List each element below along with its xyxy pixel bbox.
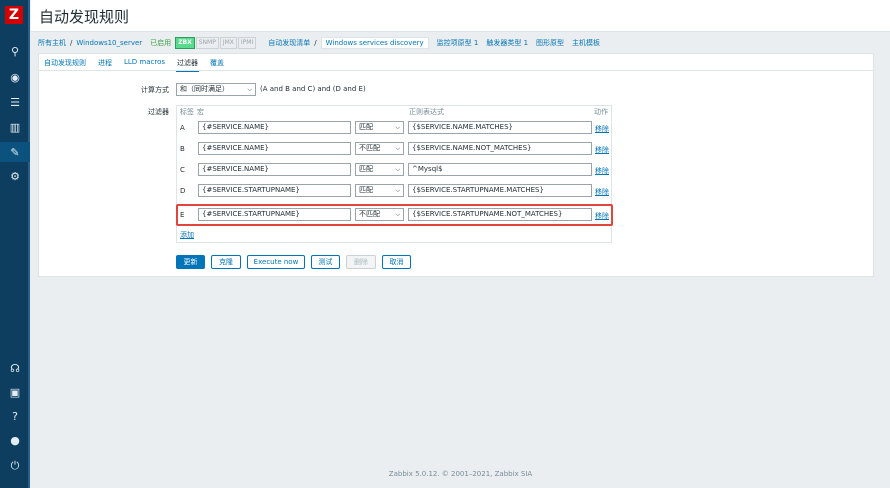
filter-regex-input[interactable]: {$SERVICE.NAME.NOT_MATCHES} bbox=[408, 142, 592, 155]
filter-remove-link[interactable]: 移除 bbox=[595, 145, 609, 155]
breadcrumb-discovery-list[interactable]: 自动发现清单 bbox=[268, 38, 310, 48]
calc-expression: (A and B and C) and (D and E) bbox=[260, 85, 366, 93]
calc-type-label: 计算方式 bbox=[141, 86, 169, 94]
filter-row-label: B bbox=[180, 145, 185, 153]
status-badge[interactable]: 已启用 bbox=[150, 38, 171, 48]
logout-icon[interactable]: ⏻ bbox=[0, 455, 30, 475]
filter-operator-value: 匹配 bbox=[359, 123, 373, 131]
filter-macro-input[interactable]: {#SERVICE.NAME} bbox=[198, 121, 351, 134]
footer: Zabbix 5.0.12. © 2001–2021, Zabbix SIA bbox=[31, 470, 890, 478]
footer-company-link[interactable]: Zabbix SIA bbox=[495, 470, 533, 478]
update-button[interactable]: 更新 bbox=[176, 255, 205, 269]
filter-remove-link[interactable]: 移除 bbox=[595, 166, 609, 176]
availability-snmp-badge: SNMP bbox=[195, 37, 219, 49]
filter-row-label: A bbox=[180, 124, 185, 132]
filter-row-label: D bbox=[180, 187, 186, 195]
chevron-down-icon: ⌵ bbox=[395, 124, 400, 131]
filters-label: 过滤器 bbox=[148, 108, 169, 116]
column-action-header: 动作 bbox=[594, 108, 608, 116]
breadcrumb-all-hosts[interactable]: 所有主机 bbox=[38, 38, 66, 48]
breadcrumb: 所有主机 / Windows10_server 已启用 ZBX SNMP JMX… bbox=[38, 36, 600, 50]
calc-type-value: 和（同时满足） bbox=[180, 85, 229, 93]
filter-macro-input[interactable]: {#SERVICE.STARTUPNAME} bbox=[198, 208, 351, 221]
filter-row-label: C bbox=[180, 166, 185, 174]
chevron-down-icon: ⌵ bbox=[395, 166, 400, 173]
support-icon[interactable]: ☊ bbox=[0, 358, 30, 378]
clone-button[interactable]: 克隆 bbox=[211, 255, 241, 269]
discovery-rule-form: 自动发现规则 进程 LLD macros 过滤器 覆盖 计算方式 和（同时满足）… bbox=[38, 53, 874, 277]
sidebar: Z ⚲ ◉ ☰ ▥ ✎ ⚙ ☊ ▣ ? ● ⏻ bbox=[0, 0, 30, 488]
filter-regex-input[interactable]: {$SERVICE.STARTUPNAME.MATCHES} bbox=[408, 184, 592, 197]
add-filter-link[interactable]: 添加 bbox=[180, 230, 194, 240]
breadcrumb-current-rule[interactable]: Windows services discovery bbox=[320, 37, 429, 49]
filter-row-label: E bbox=[180, 211, 185, 219]
chevron-down-icon: ⌵ bbox=[395, 145, 400, 152]
column-label-header: 标签 bbox=[180, 108, 194, 116]
cancel-button[interactable]: 取消 bbox=[382, 255, 411, 269]
availability-zbx-badge: ZBX bbox=[175, 37, 195, 49]
user-icon[interactable]: ● bbox=[0, 430, 30, 450]
breadcrumb-item-prototypes[interactable]: 监控项原型 1 bbox=[437, 38, 479, 48]
chevron-down-icon: ⌵ bbox=[247, 86, 252, 93]
breadcrumb-host-prototypes[interactable]: 主机模板 bbox=[572, 38, 600, 48]
column-regex-header: 正则表达式 bbox=[409, 108, 444, 116]
filter-regex-input[interactable]: {$SERVICE.STARTUPNAME.NOT_MATCHES} bbox=[408, 208, 592, 221]
page-title: 自动发现规则 bbox=[39, 8, 130, 26]
zabbix-logo[interactable]: Z bbox=[5, 6, 23, 24]
filter-operator-value: 匹配 bbox=[359, 165, 373, 173]
column-macro-header: 宏 bbox=[197, 108, 204, 116]
monitoring-eye-icon[interactable]: ◉ bbox=[0, 67, 30, 87]
filter-macro-input[interactable]: {#SERVICE.NAME} bbox=[198, 142, 351, 155]
footer-copyright: Zabbix 5.0.12. © 2001–2021, bbox=[388, 470, 493, 478]
breadcrumb-host[interactable]: Windows10_server bbox=[76, 39, 142, 47]
filter-operator-select[interactable]: 匹配 ⌵ bbox=[355, 121, 404, 134]
breadcrumb-graph-prototypes[interactable]: 图形原型 bbox=[536, 38, 564, 48]
breadcrumb-separator: / bbox=[70, 39, 73, 47]
filter-operator-select[interactable]: 不匹配 ⌵ bbox=[355, 208, 404, 221]
page-header: 自动发现规则 bbox=[31, 0, 890, 32]
reports-chart-icon[interactable]: ▥ bbox=[0, 117, 30, 137]
breadcrumb-separator: / bbox=[314, 39, 317, 47]
help-icon[interactable]: ? bbox=[0, 406, 30, 426]
filter-remove-link[interactable]: 移除 bbox=[595, 187, 609, 197]
test-button[interactable]: 测试 bbox=[311, 255, 340, 269]
filter-regex-input[interactable]: {$SERVICE.NAME.MATCHES} bbox=[408, 121, 592, 134]
filter-remove-link[interactable]: 移除 bbox=[595, 124, 609, 134]
filter-macro-input[interactable]: {#SERVICE.STARTUPNAME} bbox=[198, 184, 351, 197]
share-icon[interactable]: ▣ bbox=[0, 382, 30, 402]
calc-type-select[interactable]: 和（同时满足） ⌵ bbox=[176, 83, 256, 96]
breadcrumb-trigger-prototypes[interactable]: 触发器类型 1 bbox=[486, 38, 528, 48]
filter-operator-value: 不匹配 bbox=[359, 144, 380, 152]
tab-divider bbox=[39, 70, 873, 71]
inventory-list-icon[interactable]: ☰ bbox=[0, 92, 30, 112]
availability-ipmi-badge: IPMI bbox=[237, 37, 257, 49]
filter-remove-link[interactable]: 移除 bbox=[595, 211, 609, 221]
filter-operator-select[interactable]: 匹配 ⌵ bbox=[355, 163, 404, 176]
availability-jmx-badge: JMX bbox=[219, 37, 237, 49]
filter-operator-value: 不匹配 bbox=[359, 210, 380, 218]
chevron-down-icon: ⌵ bbox=[395, 211, 400, 218]
configuration-wrench-icon[interactable]: ✎ bbox=[0, 142, 30, 162]
chevron-down-icon: ⌵ bbox=[395, 187, 400, 194]
filter-operator-select[interactable]: 匹配 ⌵ bbox=[355, 184, 404, 197]
filter-regex-input[interactable]: ^Mysql$ bbox=[408, 163, 592, 176]
execute-now-button[interactable]: Execute now bbox=[247, 255, 305, 269]
delete-button: 删除 bbox=[346, 255, 376, 269]
filter-macro-input[interactable]: {#SERVICE.NAME} bbox=[198, 163, 351, 176]
filter-operator-select[interactable]: 不匹配 ⌵ bbox=[355, 142, 404, 155]
filter-operator-value: 匹配 bbox=[359, 186, 373, 194]
search-icon[interactable]: ⚲ bbox=[0, 41, 30, 61]
administration-gear-icon[interactable]: ⚙ bbox=[0, 166, 30, 186]
